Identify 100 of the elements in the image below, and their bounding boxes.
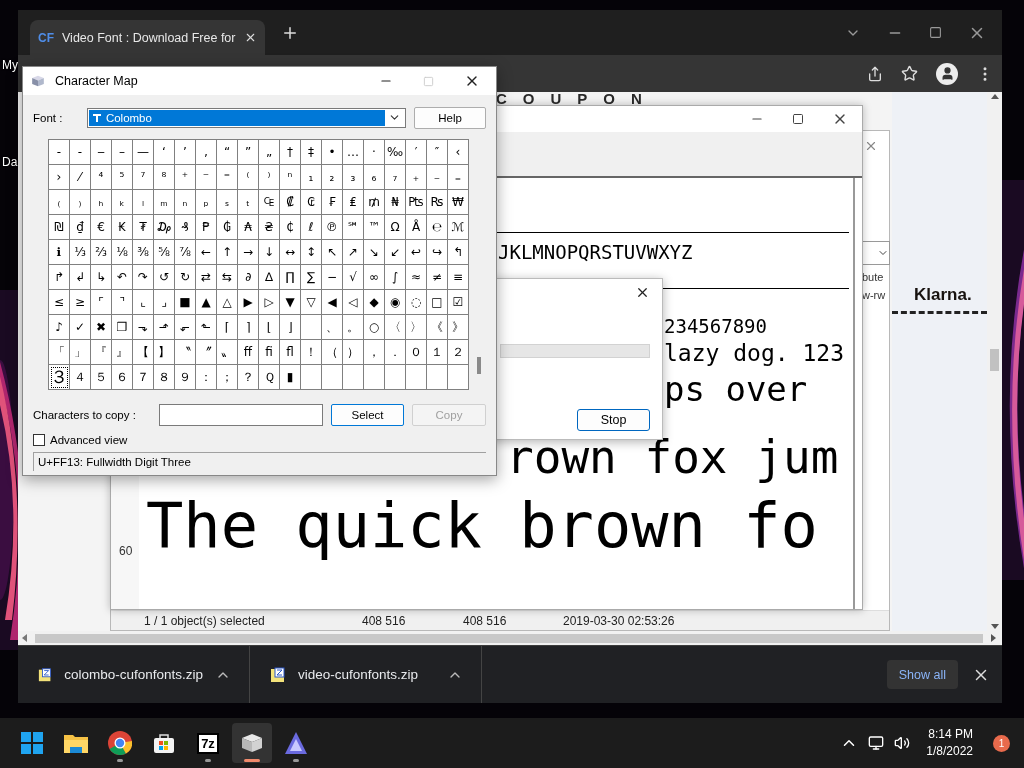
character-cell[interactable]: ′ [406, 140, 427, 165]
character-cell[interactable]: ↶ [112, 265, 133, 290]
character-cell[interactable]: ⌉ [238, 315, 259, 340]
character-cell[interactable]: ″ [427, 140, 448, 165]
character-cell[interactable]: ◉ [385, 290, 406, 315]
character-cell[interactable] [427, 365, 448, 390]
character-cell[interactable]: ‚ [196, 140, 217, 165]
font-dropdown[interactable]: Colombo [86, 107, 407, 128]
character-cell[interactable]: ₴ [259, 215, 280, 240]
character-cell[interactable]: ₰ [175, 215, 196, 240]
character-cell[interactable]: ↖ [322, 240, 343, 265]
character-cell[interactable]: 。 [343, 315, 364, 340]
character-cell[interactable]: ↘ [364, 240, 385, 265]
vertical-scrollbar[interactable] [987, 92, 1002, 631]
character-cell[interactable]: ⌟ [154, 290, 175, 315]
character-cell[interactable]: … [343, 140, 364, 165]
character-cell[interactable]: ℮ [427, 215, 448, 240]
character-cell[interactable]: ₢ [301, 190, 322, 215]
character-cell[interactable]: ↑ [217, 240, 238, 265]
copy-field[interactable] [159, 404, 323, 426]
character-cell[interactable]: ！ [301, 340, 322, 365]
character-cell[interactable]: ⁷ [133, 165, 154, 190]
character-cell[interactable]: △ [217, 290, 238, 315]
checkbox[interactable] [33, 434, 45, 446]
character-cell[interactable]: ⌊ [259, 315, 280, 340]
character-cell[interactable]: ₵ [280, 215, 301, 240]
volume-icon[interactable] [894, 735, 911, 751]
maximize-icon[interactable] [792, 113, 804, 125]
character-cell[interactable]: Ｑ [259, 365, 280, 390]
character-cell[interactable]: ⁺ [175, 165, 196, 190]
character-cell[interactable]: ⅓ [70, 240, 91, 265]
character-cell[interactable]: ； [217, 365, 238, 390]
share-icon[interactable] [867, 65, 883, 82]
character-cell[interactable]: ∆ [259, 265, 280, 290]
character-cell[interactable]: „ [259, 140, 280, 165]
character-cell[interactable]: ∞ [364, 265, 385, 290]
character-cell[interactable]: ⁄ [70, 165, 91, 190]
character-cell[interactable]: ₎ [70, 190, 91, 215]
character-cell[interactable]: ☑ [448, 290, 469, 315]
character-cell[interactable]: − [322, 265, 343, 290]
character-cell[interactable]: ∫ [385, 265, 406, 290]
character-cell[interactable] [301, 365, 322, 390]
character-cell[interactable]: ‰ [385, 140, 406, 165]
character-cell[interactable]: ™ [364, 215, 385, 240]
close-icon[interactable] [244, 31, 257, 44]
character-cell[interactable]: ₊ [406, 165, 427, 190]
character-cell[interactable]: ₃ [343, 165, 364, 190]
character-cell[interactable]: ⌝ [112, 290, 133, 315]
character-cell[interactable]: ⁻ [196, 165, 217, 190]
taskbar-app[interactable]: 7z [188, 723, 228, 763]
character-cell[interactable]: ⁸ [154, 165, 175, 190]
character-cell[interactable]: ℠ [343, 215, 364, 240]
character-cell[interactable]: ３ [49, 365, 70, 390]
clock[interactable]: 8:14 PM 1/8/2022 [926, 726, 973, 760]
character-cell[interactable]: □ [427, 290, 448, 315]
character-cell[interactable]: ◆ [364, 290, 385, 315]
character-cell[interactable]: — [133, 140, 154, 165]
show-all-button[interactable]: Show all [886, 660, 958, 689]
character-cell[interactable] [322, 365, 343, 390]
help-button[interactable]: Help [414, 106, 486, 129]
character-cell[interactable]: ⇄ [196, 265, 217, 290]
character-cell[interactable]: ９ [175, 365, 196, 390]
character-cell[interactable]: ≠ [427, 265, 448, 290]
character-cell[interactable]: ↳ [91, 265, 112, 290]
character-cell[interactable]: › [49, 165, 70, 190]
character-cell[interactable]: ₨ [427, 190, 448, 215]
character-cell[interactable]: ₥ [364, 190, 385, 215]
character-cell[interactable]: ６ [112, 365, 133, 390]
character-cell[interactable]: （ [322, 340, 343, 365]
character-cell[interactable]: ７ [133, 365, 154, 390]
character-cell[interactable]: ✖ [91, 315, 112, 340]
character-cell[interactable]: € [91, 215, 112, 240]
character-cell[interactable]: ₕ [91, 190, 112, 215]
character-cell[interactable]: ₲ [217, 215, 238, 240]
stop-button[interactable]: Stop [577, 409, 650, 431]
character-cell[interactable]: ♪ [49, 315, 70, 340]
character-cell[interactable]: ⁼ [217, 165, 238, 190]
character-cell[interactable]: 『 [91, 340, 112, 365]
character-cell[interactable]: ▼ [280, 290, 301, 315]
character-cell[interactable]: ４ [70, 365, 91, 390]
character-cell[interactable]: ‐ [49, 140, 70, 165]
character-cell[interactable]: ❐ [112, 315, 133, 340]
character-cell[interactable]: ₪ [49, 215, 70, 240]
character-cell[interactable]: 「 [49, 340, 70, 365]
character-cell[interactable]: ₧ [406, 190, 427, 215]
character-cell[interactable]: 【 [133, 340, 154, 365]
character-cell[interactable]: ₙ [175, 190, 196, 215]
character-cell[interactable]: ₯ [154, 215, 175, 240]
character-cell[interactable]: ℳ [448, 215, 469, 240]
character-cell[interactable]: ⅔ [91, 240, 112, 265]
character-cell[interactable]: 】 [154, 340, 175, 365]
network-icon[interactable] [868, 735, 885, 751]
browser-tab[interactable]: CF Video Font : Download Free for [30, 20, 265, 55]
character-cell[interactable]: ⇆ [217, 265, 238, 290]
character-cell[interactable]: 》 [448, 315, 469, 340]
character-cell[interactable]: ） [343, 340, 364, 365]
character-cell[interactable]: ⁿ [280, 165, 301, 190]
character-cell[interactable]: ₍ [49, 190, 70, 215]
character-cell[interactable]: ‘ [154, 140, 175, 165]
character-cell[interactable]: ⬑ [196, 315, 217, 340]
